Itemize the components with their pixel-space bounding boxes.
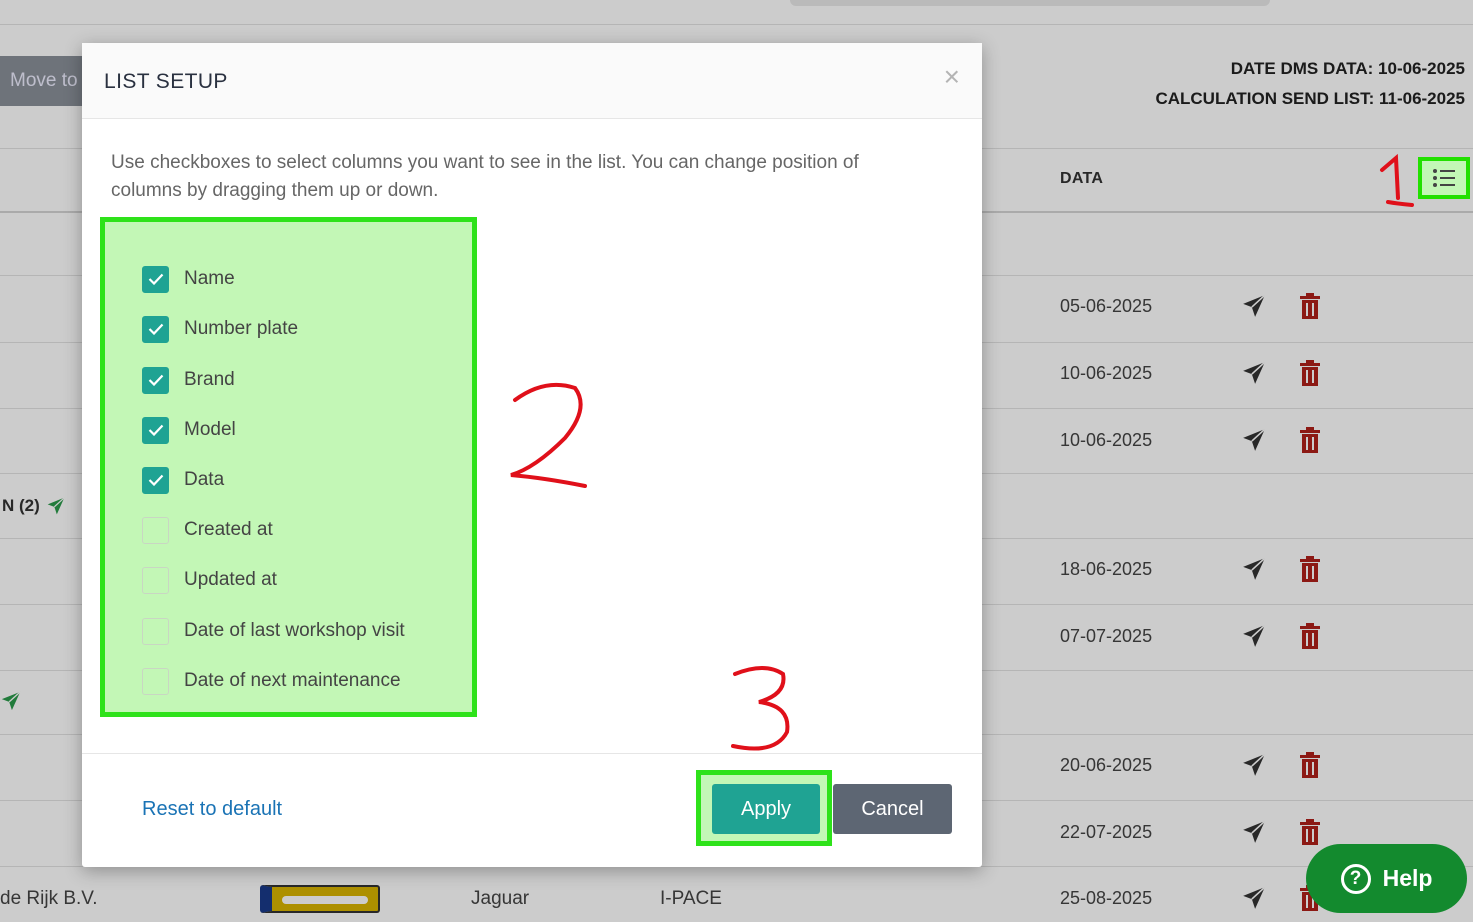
check-icon xyxy=(148,374,163,386)
list-icon xyxy=(1433,169,1455,187)
help-label: Help xyxy=(1382,865,1433,891)
modal-footer-divider xyxy=(82,753,982,754)
modal-header: LIST SETUP × xyxy=(82,43,982,119)
cancel-button[interactable]: Cancel xyxy=(833,784,952,834)
question-circle-icon: ? xyxy=(1340,863,1371,894)
column-option[interactable]: Date of next maintenance xyxy=(142,667,401,695)
list-setup-button-highlight[interactable] xyxy=(1418,157,1470,199)
check-icon xyxy=(148,424,163,436)
column-list: Name Number plate Brand Model Data Created at… xyxy=(100,217,477,717)
modal-title: LIST SETUP xyxy=(104,70,228,93)
column-option[interactable]: Data xyxy=(142,466,224,494)
column-checkbox[interactable] xyxy=(142,617,169,645)
column-checkbox[interactable] xyxy=(142,667,169,695)
column-checkbox[interactable] xyxy=(142,366,169,394)
check-icon xyxy=(148,474,163,486)
annotation-3 xyxy=(731,666,790,751)
check-icon xyxy=(148,323,163,335)
annotation-1 xyxy=(1380,153,1414,207)
column-label: Data xyxy=(184,469,225,490)
column-option[interactable]: Name xyxy=(142,265,235,293)
column-option[interactable]: Created at xyxy=(142,516,273,544)
column-label: Brand xyxy=(184,369,235,390)
column-label: Updated at xyxy=(184,569,277,590)
column-label: Number plate xyxy=(184,318,299,339)
column-label: Created at xyxy=(184,519,273,540)
column-checkbox[interactable] xyxy=(142,265,169,293)
reset-to-default-link[interactable]: Reset to default xyxy=(142,798,282,821)
column-label: Name xyxy=(184,268,235,289)
column-checkbox[interactable] xyxy=(142,466,169,494)
modal-description: Use checkboxes to select columns you wan… xyxy=(111,152,859,201)
column-checkbox[interactable] xyxy=(142,416,169,444)
column-option[interactable]: Updated at xyxy=(142,566,277,594)
column-checkbox[interactable] xyxy=(142,516,169,544)
annotation-2 xyxy=(510,382,587,488)
column-label: Model xyxy=(184,419,236,440)
column-option[interactable]: Number plate xyxy=(142,315,298,343)
column-checkbox[interactable] xyxy=(142,315,169,343)
apply-button[interactable]: Apply xyxy=(712,784,820,834)
column-label: Date of last workshop visit xyxy=(184,620,405,641)
check-icon xyxy=(148,273,163,285)
column-option[interactable]: Brand xyxy=(142,366,235,394)
help-button[interactable]: ? Help xyxy=(1306,844,1467,913)
column-option[interactable]: Model xyxy=(142,416,236,444)
column-checkbox[interactable] xyxy=(142,566,169,594)
close-icon[interactable]: × xyxy=(944,63,960,91)
column-option[interactable]: Date of last workshop visit xyxy=(142,617,405,645)
column-label: Date of next maintenance xyxy=(184,670,401,691)
